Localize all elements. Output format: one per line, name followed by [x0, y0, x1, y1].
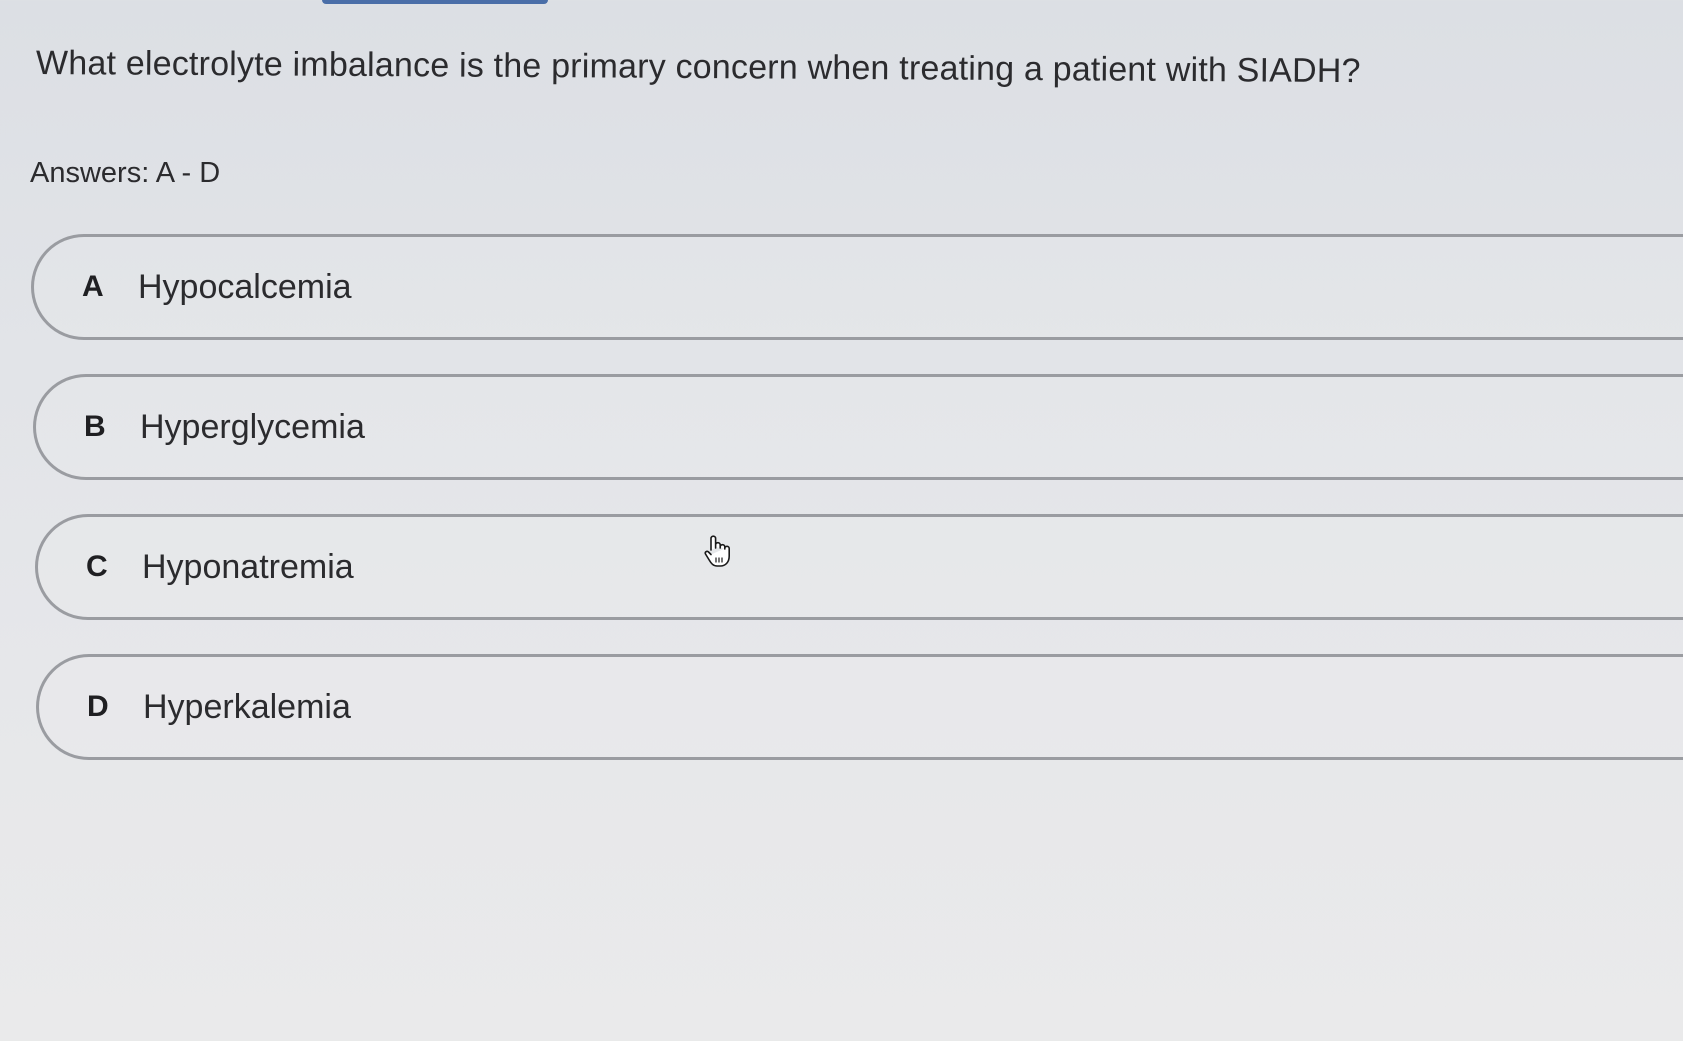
- answer-options-list: A Hypocalcemia B Hyperglycemia C Hyponat…: [31, 234, 1683, 794]
- hand-pointer-icon: [702, 534, 732, 568]
- option-a[interactable]: A Hypocalcemia: [31, 234, 1683, 340]
- option-b[interactable]: B Hyperglycemia: [33, 374, 1683, 480]
- question-text: What electrolyte imbalance is the primar…: [35, 44, 1361, 91]
- option-letter: D: [87, 690, 109, 723]
- option-letter: B: [84, 410, 106, 443]
- option-d[interactable]: D Hyperkalemia: [36, 654, 1683, 760]
- option-letter: C: [86, 550, 108, 583]
- option-text: Hypocalcemia: [138, 267, 352, 306]
- answers-range-label: Answers: A - D: [30, 157, 221, 189]
- option-text: Hyperglycemia: [140, 407, 365, 446]
- option-text: Hyperkalemia: [143, 687, 351, 726]
- option-letter: A: [82, 270, 104, 303]
- option-c[interactable]: C Hyponatremia: [35, 514, 1683, 620]
- option-text: Hyponatremia: [142, 547, 354, 586]
- top-accent-bar: [322, 0, 548, 4]
